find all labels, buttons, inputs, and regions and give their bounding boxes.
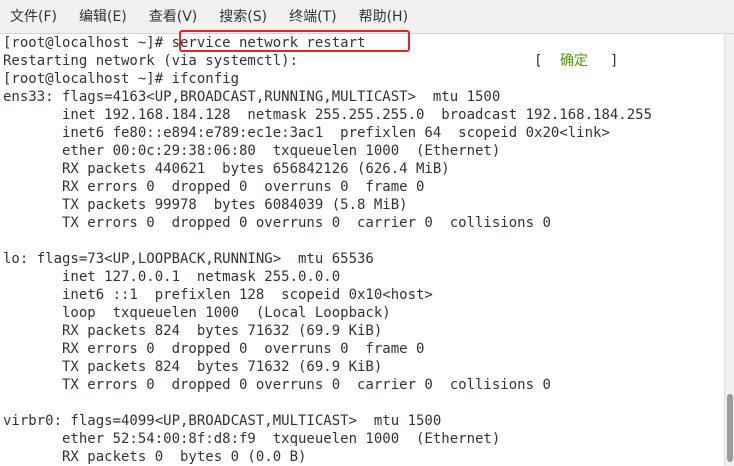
terminal-line: RX packets 440621 bytes 656842126 (626.4…: [3, 161, 450, 177]
terminal-line: ens33: flags=4163<UP,BROADCAST,RUNNING,M…: [3, 89, 501, 105]
terminal-line: RX errors 0 dropped 0 overruns 0 frame 0: [3, 341, 425, 357]
terminal-line: RX errors 0 dropped 0 overruns 0 frame 0: [3, 179, 425, 195]
menu-search[interactable]: 搜索(S): [213, 0, 273, 34]
terminal-line: Restarting network (via systemctl):: [3, 53, 299, 69]
status-ok: 确定: [560, 53, 588, 69]
menu-edit[interactable]: 编辑(E): [73, 0, 133, 34]
menu-view[interactable]: 查看(V): [143, 0, 204, 34]
terminal-line: inet 192.168.184.128 netmask 255.255.255…: [3, 107, 653, 123]
terminal-line: TX errors 0 dropped 0 overruns 0 carrier…: [3, 215, 551, 231]
terminal-line: TX packets 99978 bytes 6084039 (5.8 MiB): [3, 197, 408, 213]
scrollbar-thumb[interactable]: [727, 394, 733, 462]
terminal-line: inet 127.0.0.1 netmask 255.0.0.0: [3, 269, 341, 285]
menu-bar: 文件(F) 编辑(E) 查看(V) 搜索(S) 终端(T) 帮助(H): [0, 0, 734, 34]
terminal-line: virbr0: flags=4099<UP,BROADCAST,MULTICAS…: [3, 413, 442, 429]
terminal-line: TX errors 0 dropped 0 overruns 0 carrier…: [3, 377, 551, 393]
menu-terminal[interactable]: 终端(T): [283, 0, 342, 34]
terminal-line: RX packets 0 bytes 0 (0.0 B): [3, 449, 307, 465]
menu-help[interactable]: 帮助(H): [353, 0, 414, 34]
terminal-line: [root@localhost ~]# ifconfig: [3, 71, 240, 87]
terminal-scrollbar[interactable]: [724, 34, 734, 466]
status-bracket-close: ]: [610, 53, 619, 69]
menu-file[interactable]: 文件(F): [4, 0, 63, 34]
terminal-output[interactable]: [root@localhost ~]# service network rest…: [0, 34, 724, 466]
terminal-line: [root@localhost ~]# service network rest…: [3, 35, 366, 51]
terminal-line: inet6 ::1 prefixlen 128 scopeid 0x10<hos…: [3, 287, 433, 303]
terminal-line: loop txqueuelen 1000 (Local Loopback): [3, 305, 391, 321]
status-bracket-open: [: [534, 53, 543, 69]
terminal-line: ether 00:0c:29:38:06:80 txqueuelen 1000 …: [3, 143, 501, 159]
terminal-line: lo: flags=73<UP,LOOPBACK,RUNNING> mtu 65…: [3, 251, 374, 267]
terminal-line: RX packets 824 bytes 71632 (69.9 KiB): [3, 323, 383, 339]
terminal-line: TX packets 824 bytes 71632 (69.9 KiB): [3, 359, 383, 375]
terminal-line: inet6 fe80::e894:e789:ec1e:3ac1 prefixle…: [3, 125, 610, 141]
terminal-line: ether 52:54:00:8f:d8:f9 txqueuelen 1000 …: [3, 431, 501, 447]
